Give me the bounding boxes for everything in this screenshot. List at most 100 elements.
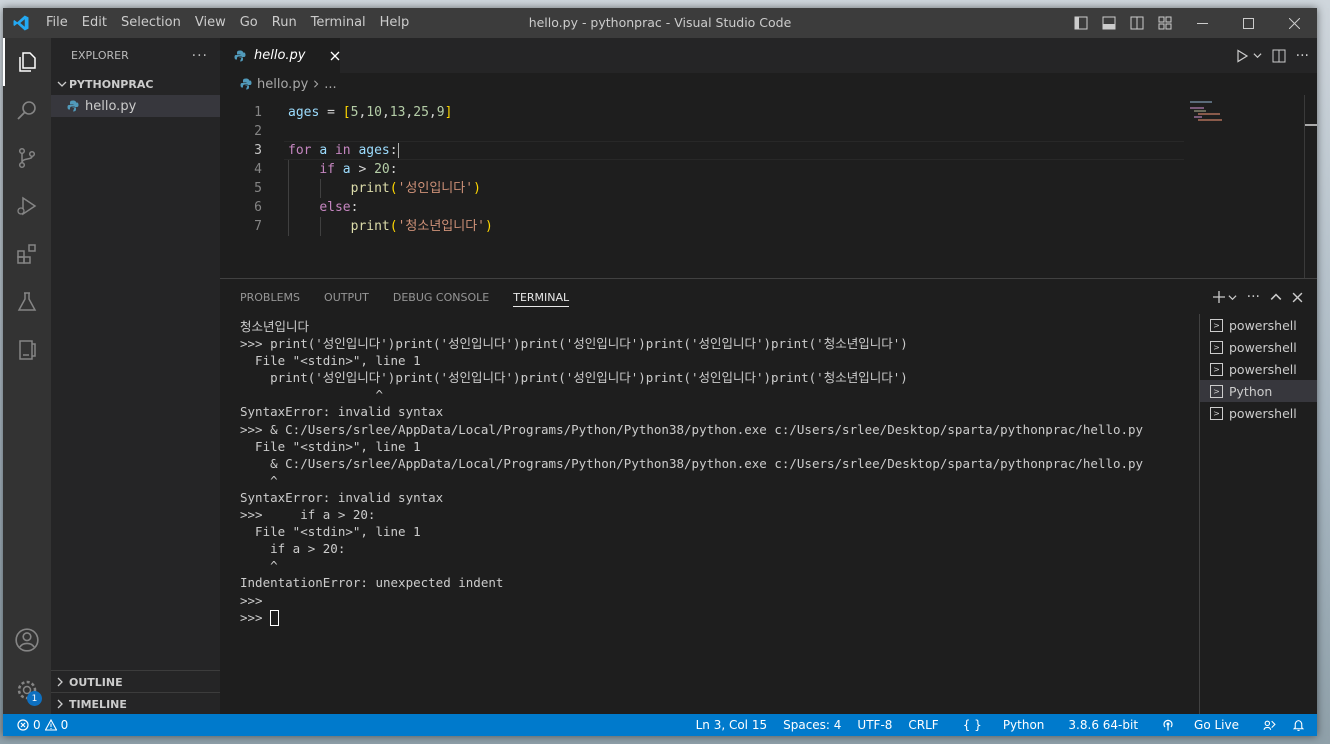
terminal-line: >>> print('성인입니다')print('성인입니다')print('성… — [240, 336, 908, 352]
terminal-name: powershell — [1229, 317, 1297, 333]
maximize-icon[interactable] — [1225, 8, 1271, 38]
terminal-name: powershell — [1229, 361, 1297, 377]
terminal-line: File "<stdin>", line 1 — [240, 353, 421, 369]
menu-go[interactable]: Go — [233, 8, 265, 38]
close-window-icon[interactable] — [1271, 8, 1317, 38]
terminal-line: ^ — [240, 558, 278, 574]
warning-icon — [44, 719, 57, 731]
python-file-icon — [234, 50, 246, 62]
vscode-logo-icon — [3, 8, 39, 38]
python-interpreter[interactable]: 3.8.6 64-bit — [1060, 718, 1146, 732]
menu-bar: File Edit Selection View Go Run Terminal… — [39, 8, 416, 38]
minimize-icon[interactable] — [1179, 8, 1225, 38]
more-actions-icon[interactable]: ··· — [1247, 289, 1260, 305]
close-panel-icon[interactable] — [1292, 292, 1303, 303]
terminal-line: ^ — [240, 387, 383, 403]
toggle-panel-icon[interactable] — [1095, 8, 1123, 38]
outline-section[interactable]: OUTLINE — [51, 670, 220, 693]
terminal-instance[interactable]: > powershell — [1200, 402, 1317, 424]
line-number: 3 — [254, 143, 262, 158]
terminal-line: SyntaxError: invalid syntax — [240, 404, 444, 420]
breadcrumb-symbols[interactable]: ... — [324, 77, 336, 92]
line-number: 7 — [254, 219, 262, 234]
breadcrumb: hello.py ... — [220, 73, 1317, 95]
line-number: 4 — [254, 162, 262, 177]
terminal-instance-selected[interactable]: > Python — [1200, 380, 1317, 402]
terminal-line: & C:/Users/srlee/AppData/Local/Programs/… — [240, 455, 1144, 471]
code-editor[interactable]: 1 ages = [5,10,13,25,9] 2 3 for a in age… — [220, 95, 1317, 278]
maximize-panel-chevron-up-icon[interactable] — [1270, 291, 1282, 303]
breadcrumb-file[interactable]: hello.py — [257, 77, 308, 92]
encoding[interactable]: UTF-8 — [849, 718, 900, 732]
testing-flask-icon[interactable] — [3, 278, 51, 326]
python-file-icon — [240, 78, 252, 90]
tab-terminal[interactable]: TERMINAL — [513, 279, 569, 315]
tab-hello-py[interactable]: hello.py — [220, 38, 340, 73]
error-icon — [17, 719, 29, 731]
explorer-icon[interactable] — [3, 38, 51, 86]
menu-file[interactable]: File — [39, 8, 75, 38]
menu-selection[interactable]: Selection — [114, 8, 188, 38]
extensions-icon[interactable] — [3, 230, 51, 278]
bottom-panel: PROBLEMS OUTPUT DEBUG CONSOLE TERMINAL ·… — [220, 278, 1317, 715]
terminal-line: File "<stdin>", line 1 — [240, 524, 421, 540]
code-line: 7 print('청소년입니다') — [220, 217, 1184, 236]
terminal-instance[interactable]: > powershell — [1200, 314, 1317, 336]
search-icon[interactable] — [3, 86, 51, 134]
terminal-instance[interactable]: > powershell — [1200, 358, 1317, 380]
terminal-line: IndentationError: unexpected indent — [240, 575, 504, 591]
timeline-section[interactable]: TIMELINE — [51, 692, 220, 715]
tab-output[interactable]: OUTPUT — [324, 279, 369, 315]
menu-terminal[interactable]: Terminal — [304, 8, 373, 38]
layout-grid-icon[interactable] — [1151, 8, 1179, 38]
tab-problems[interactable]: PROBLEMS — [240, 279, 300, 315]
tab-debug-console[interactable]: DEBUG CONSOLE — [393, 279, 489, 315]
menu-help[interactable]: Help — [373, 8, 417, 38]
more-actions-icon[interactable]: ··· — [192, 48, 208, 64]
terminal-dropdown-chevron-icon[interactable] — [1228, 293, 1237, 302]
menu-edit[interactable]: Edit — [75, 8, 114, 38]
cursor-position[interactable]: Ln 3, Col 15 — [688, 718, 776, 732]
terminal-instance[interactable]: > powershell — [1200, 336, 1317, 358]
braces-icon: { } — [962, 718, 982, 732]
line-number: 1 — [254, 105, 262, 120]
error-count: 0 — [33, 718, 41, 732]
run-dropdown-chevron-icon[interactable] — [1253, 51, 1262, 60]
feedback-icon[interactable] — [1255, 719, 1284, 732]
toggle-secondary-sidebar-icon[interactable] — [1123, 8, 1151, 38]
line-ending[interactable]: CRLF — [900, 718, 946, 732]
minimap[interactable] — [1190, 101, 1230, 121]
new-terminal-plus-icon[interactable] — [1212, 290, 1226, 304]
language-label: Python — [1002, 718, 1045, 732]
run-debug-icon[interactable] — [3, 182, 51, 230]
code-line-current: 3 for a in ages: — [220, 141, 1184, 160]
customize-layout-icon[interactable] — [1067, 8, 1095, 38]
more-actions-icon[interactable]: ··· — [1296, 48, 1309, 64]
language-mode[interactable]: { } Python — [947, 718, 1061, 732]
code-line: 1 ages = [5,10,13,25,9] — [220, 103, 1184, 122]
notifications-bell-icon[interactable] — [1284, 719, 1317, 732]
terminal-line: 청소년입니다 — [240, 319, 310, 334]
terminal-output[interactable]: 청소년입니다 >>> print('성인입니다')print('성인입니다')p… — [240, 318, 1190, 627]
folder-pythonprac[interactable]: PYTHONPRAC — [51, 73, 220, 95]
settings-gear-icon[interactable]: 1 — [3, 666, 51, 714]
menu-run[interactable]: Run — [265, 8, 304, 38]
terminal-list: > powershell > powershell > powershell > Pyt… — [1199, 314, 1317, 715]
menu-view[interactable]: View — [188, 8, 233, 38]
terminal-icon: > — [1210, 362, 1223, 376]
split-editor-icon[interactable] — [1272, 49, 1286, 63]
indentation[interactable]: Spaces: 4 — [775, 718, 849, 732]
tab-label: hello.py — [254, 48, 306, 63]
problems-status[interactable]: 0 0 — [3, 718, 68, 732]
terminal-prompt-line[interactable]: >>> — [240, 609, 1190, 627]
source-control-icon[interactable] — [3, 134, 51, 182]
file-hello-py[interactable]: hello.py — [51, 95, 220, 117]
go-live-button[interactable]: Go Live — [1146, 718, 1255, 732]
close-tab-icon[interactable] — [330, 51, 340, 61]
accounts-icon[interactable] — [3, 616, 51, 664]
run-python-file-icon[interactable] — [1235, 48, 1249, 63]
line-number: 6 — [254, 200, 262, 215]
remote-explorer-icon[interactable] — [3, 326, 51, 374]
indent-guide — [320, 179, 321, 198]
editor-scrollbar[interactable] — [1304, 95, 1317, 278]
